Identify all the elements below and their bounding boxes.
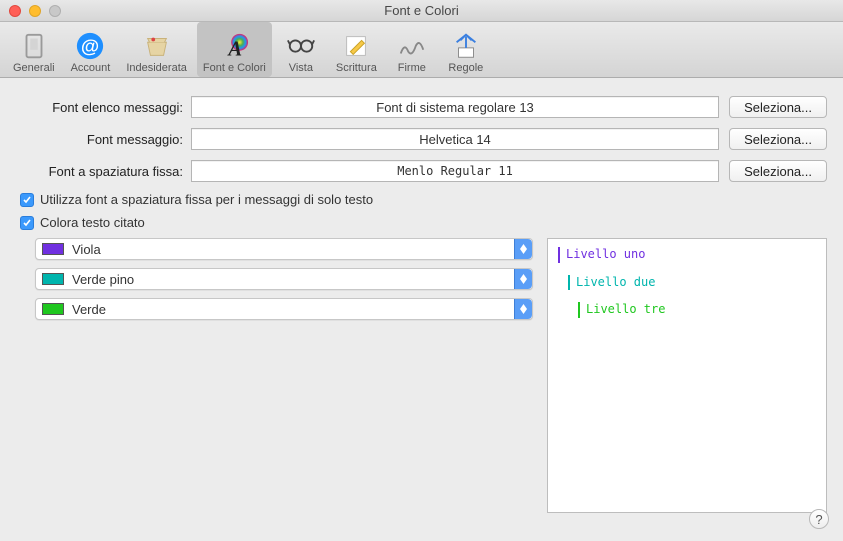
quote-color-select-level-1[interactable]: Viola <box>35 238 533 260</box>
chevron-up-down-icon <box>514 269 532 289</box>
checkbox-checked-icon <box>20 216 34 230</box>
quote-preview: Livello uno Livello due Livello tre <box>547 238 827 513</box>
tab-generali[interactable]: Generali <box>7 22 61 77</box>
quote-color-select-level-3[interactable]: Verde <box>35 298 533 320</box>
fonts-colors-icon: A <box>219 31 249 61</box>
tab-label: Firme <box>398 62 426 74</box>
select-value: Viola <box>72 242 101 257</box>
label-fixed-font: Font a spaziatura fissa: <box>16 164 191 179</box>
select-list-font-button[interactable]: Seleziona... <box>729 96 827 118</box>
color-swatch <box>42 303 64 315</box>
svg-text:A: A <box>227 38 243 60</box>
titlebar: Font e Colori <box>0 0 843 22</box>
preferences-toolbar: Generali @ Account Indesiderata A Font e… <box>0 22 843 78</box>
quote-color-select-level-2[interactable]: Verde pino <box>35 268 533 290</box>
color-swatch <box>42 243 64 255</box>
fixed-font-display: Menlo Regular 11 <box>191 160 719 182</box>
tab-label: Vista <box>289 62 313 74</box>
quote-color-selects: Viola Verde pino Verde <box>16 238 533 513</box>
tab-junk[interactable]: Indesiderata <box>120 22 193 77</box>
tab-label: Scrittura <box>336 62 377 74</box>
select-fixed-font-button[interactable]: Seleziona... <box>729 160 827 182</box>
label-message-font: Font messaggio: <box>16 132 191 147</box>
select-message-font-button[interactable]: Seleziona... <box>729 128 827 150</box>
glasses-icon <box>286 31 316 61</box>
tab-viewing[interactable]: Vista <box>276 22 326 77</box>
rules-icon <box>451 31 481 61</box>
tab-label: Font e Colori <box>203 62 266 74</box>
tab-label: Generali <box>13 62 55 74</box>
select-value: Verde <box>72 302 106 317</box>
tab-label: Indesiderata <box>126 62 187 74</box>
tab-signatures[interactable]: Firme <box>387 22 437 77</box>
tab-account[interactable]: @ Account <box>65 22 117 77</box>
quote-preview-line: Livello tre <box>578 302 816 318</box>
signature-icon <box>397 31 427 61</box>
color-quoted-checkbox[interactable]: Colora testo citato <box>20 215 827 230</box>
checkbox-label: Colora testo citato <box>40 215 145 230</box>
label-list-font: Font elenco messaggi: <box>16 100 191 115</box>
minimize-icon[interactable] <box>29 5 41 17</box>
tab-rules[interactable]: Regole <box>441 22 491 77</box>
color-swatch <box>42 273 64 285</box>
chevron-up-down-icon <box>514 299 532 319</box>
use-fixed-width-checkbox[interactable]: Utilizza font a spaziatura fissa per i m… <box>20 192 827 207</box>
at-icon: @ <box>75 31 105 61</box>
quote-preview-line: Livello uno <box>558 247 816 263</box>
checkbox-checked-icon <box>20 193 34 207</box>
compose-icon <box>341 31 371 61</box>
tab-label: Regole <box>448 62 483 74</box>
close-icon[interactable] <box>9 5 21 17</box>
slider-icon <box>19 31 49 61</box>
help-button[interactable]: ? <box>809 509 829 529</box>
tab-fonts-colors[interactable]: A Font e Colori <box>197 22 272 77</box>
tab-composing[interactable]: Scrittura <box>330 22 383 77</box>
checkbox-label: Utilizza font a spaziatura fissa per i m… <box>40 192 373 207</box>
chevron-up-down-icon <box>514 239 532 259</box>
select-value: Verde pino <box>72 272 134 287</box>
tab-label: Account <box>71 62 111 74</box>
quote-preview-line: Livello due <box>568 275 816 291</box>
maximize-icon <box>49 5 61 17</box>
svg-text:@: @ <box>81 36 99 57</box>
window-title: Font e Colori <box>0 3 843 18</box>
list-font-display: Font di sistema regolare 13 <box>191 96 719 118</box>
junk-icon <box>142 31 172 61</box>
message-font-display: Helvetica 14 <box>191 128 719 150</box>
